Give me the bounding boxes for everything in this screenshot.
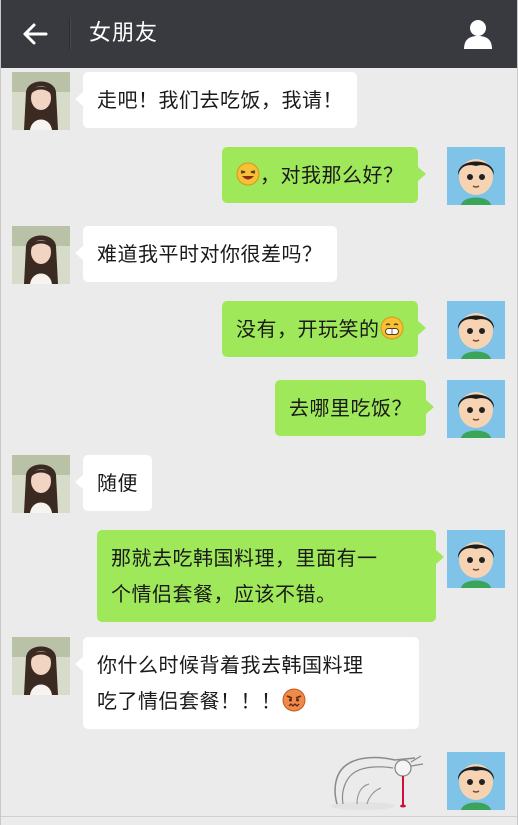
message-text: ，对我那么好？ — [260, 163, 404, 187]
chat-screen: 女朋友 走吧！我们去吃饭，我请！ ，对我那么好？ 难道我平时对你很差吗？ 没有，… — [0, 0, 518, 825]
message-text: 难道我平时对你很差吗？ — [97, 242, 323, 266]
message-text-line: 那就去吃韩国料理，里面有一 — [111, 546, 378, 570]
message-text: 没有，开玩笑的 — [236, 317, 380, 341]
squinting-laugh-emoji — [236, 162, 260, 186]
bleeding-bow-sticker[interactable] — [323, 744, 433, 810]
girlfriend-avatar[interactable] — [12, 226, 70, 284]
message-text: 吃了情侣套餐！！！ — [97, 689, 282, 713]
girlfriend-avatar[interactable] — [12, 637, 70, 695]
input-bar-divider — [1, 816, 517, 817]
message-text: 走吧！我们去吃饭，我请！ — [97, 88, 343, 112]
message-bubble[interactable]: ，对我那么好？ — [222, 147, 425, 203]
my-avatar[interactable] — [447, 380, 505, 438]
my-avatar[interactable] — [447, 752, 505, 810]
message-text-line: 个情侣套餐，应该不错。 — [111, 582, 337, 606]
message-bubble[interactable]: 你什么时候背着我去韩国料理 吃了情侣套餐！！！ — [75, 637, 419, 729]
girlfriend-avatar[interactable] — [12, 72, 70, 130]
message-text: 去哪里吃饭？ — [289, 396, 412, 420]
my-avatar[interactable] — [447, 147, 505, 205]
angry-face-emoji — [282, 688, 305, 712]
grinning-emoji — [380, 316, 403, 340]
message-bubble[interactable]: 那就去吃韩国料理，里面有一 个情侣套餐，应该不错。 — [97, 530, 444, 622]
my-avatar[interactable] — [447, 530, 505, 588]
chat-title: 女朋友 — [89, 21, 159, 46]
message-text-line: 你什么时候背着我去韩国料理 — [97, 653, 364, 677]
person-icon[interactable] — [463, 18, 493, 50]
chat-header: 女朋友 — [1, 0, 517, 68]
message-bubble[interactable]: 去哪里吃饭？ — [275, 380, 434, 436]
message-bubble[interactable]: 走吧！我们去吃饭，我请！ — [75, 72, 357, 128]
girlfriend-avatar[interactable] — [12, 455, 70, 513]
my-avatar[interactable] — [447, 301, 505, 359]
message-bubble[interactable]: 没有，开玩笑的 — [222, 301, 425, 357]
arrow-left-icon[interactable] — [21, 22, 49, 46]
message-text-line-with-emoji: 吃了情侣套餐！！！ — [97, 683, 405, 719]
message-text: 随便 — [97, 471, 138, 495]
header-divider — [69, 18, 70, 50]
message-bubble[interactable]: 随便 — [75, 455, 152, 511]
message-bubble[interactable]: 难道我平时对你很差吗？ — [75, 226, 337, 282]
